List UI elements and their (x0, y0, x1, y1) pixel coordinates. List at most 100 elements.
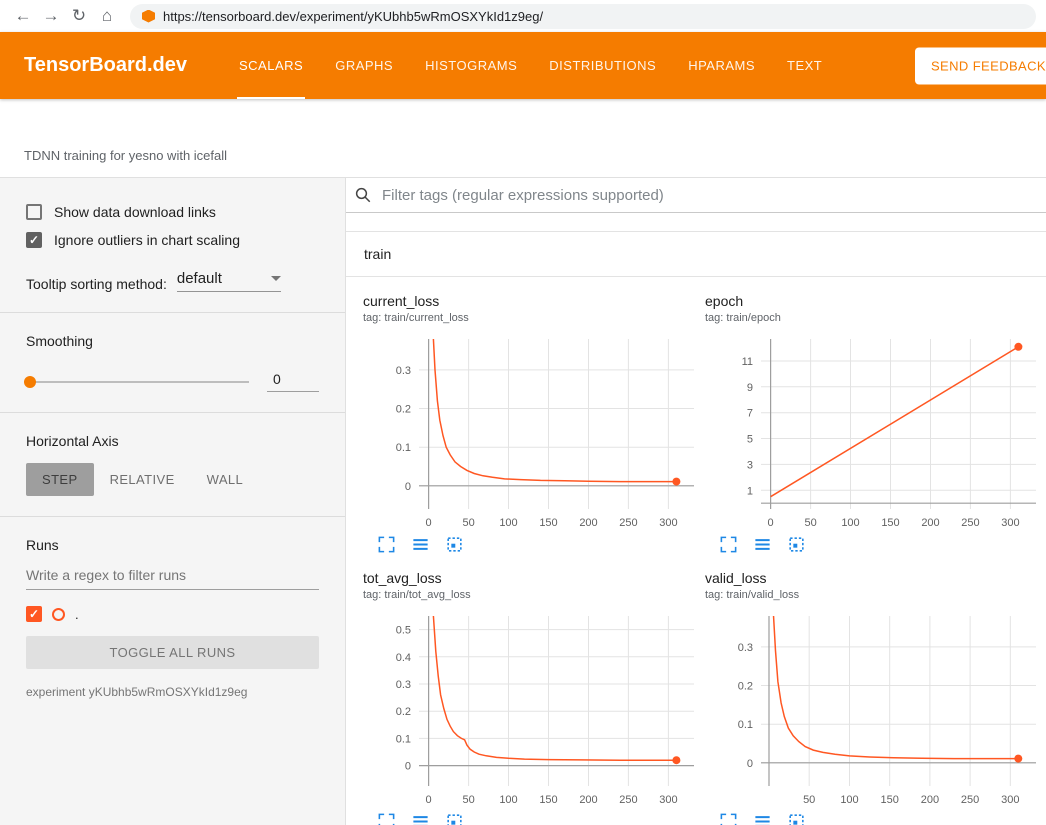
chart-title: tot_avg_loss (363, 570, 705, 586)
tensorboard-favicon (142, 10, 155, 23)
chart-toolbar (705, 535, 1046, 554)
chart-title: current_loss (363, 293, 705, 309)
svg-text:0.3: 0.3 (396, 679, 411, 691)
refresh-icon[interactable]: ↻ (66, 3, 92, 29)
svg-text:0.1: 0.1 (738, 719, 753, 731)
tab-distributions[interactable]: DISTRIBUTIONS (533, 32, 672, 99)
charts-grid: current_loss tag: train/current_loss 050… (346, 277, 1046, 825)
settings-sidebar: Show data download links Ignore outliers… (0, 178, 346, 825)
svg-text:5: 5 (747, 434, 753, 446)
svg-text:0: 0 (747, 758, 753, 770)
run-list-item: . (26, 606, 319, 622)
svg-text:150: 150 (881, 517, 899, 529)
search-icon (354, 186, 372, 204)
axis-relative-button[interactable]: RELATIVE (94, 463, 191, 496)
svg-text:50: 50 (804, 517, 816, 529)
svg-text:0.3: 0.3 (738, 642, 753, 654)
data-table-icon[interactable] (411, 535, 430, 554)
show-download-label: Show data download links (54, 204, 216, 220)
chart-card-tot-avg-loss: tot_avg_loss tag: train/tot_avg_loss 050… (363, 570, 705, 825)
svg-text:0.5: 0.5 (396, 625, 411, 637)
tab-histograms[interactable]: HISTOGRAMS (409, 32, 533, 99)
chart-card-epoch: epoch tag: train/epoch 05010015020025030… (705, 293, 1046, 554)
run-checkbox[interactable] (26, 606, 42, 622)
tab-scalars[interactable]: SCALARS (223, 32, 319, 99)
divider (0, 412, 345, 413)
filter-tags-input[interactable] (382, 187, 1046, 204)
expand-card-icon[interactable] (719, 812, 738, 825)
url-text: https://tensorboard.dev/experiment/yKUbh… (163, 9, 543, 24)
horizontal-axis-label: Horizontal Axis (26, 433, 319, 449)
fit-domain-icon[interactable] (445, 812, 464, 825)
tab-text[interactable]: TEXT (771, 32, 838, 99)
svg-text:0: 0 (768, 517, 774, 529)
smoothing-slider-thumb[interactable] (24, 376, 36, 388)
svg-text:0: 0 (405, 761, 411, 773)
svg-text:0.2: 0.2 (396, 706, 411, 718)
svg-text:200: 200 (579, 794, 597, 806)
divider (0, 312, 345, 313)
divider (0, 516, 345, 517)
tot-avg-loss-chart[interactable]: 05010015020025030000.10.20.30.40.5 (363, 610, 700, 810)
axis-step-button[interactable]: STEP (26, 463, 94, 496)
smoothing-value: 0 (267, 371, 319, 392)
show-download-checkbox[interactable] (26, 204, 42, 220)
svg-text:300: 300 (659, 794, 677, 806)
experiment-title: TDNN training for yesno with icefall (24, 148, 227, 163)
tooltip-sorting-value: default (177, 270, 222, 287)
svg-text:50: 50 (462, 794, 474, 806)
run-name: . (75, 607, 79, 622)
tab-hparams[interactable]: HPARAMS (672, 32, 771, 99)
smoothing-slider[interactable] (26, 381, 249, 383)
expand-card-icon[interactable] (377, 535, 396, 554)
svg-text:0.2: 0.2 (738, 681, 753, 693)
valid-loss-chart[interactable]: 5010015020025030000.10.20.3 (705, 610, 1042, 810)
back-icon[interactable]: ← (10, 3, 36, 29)
send-feedback-button[interactable]: SEND FEEDBACK (915, 47, 1046, 84)
filter-tags-row (346, 178, 1046, 213)
runs-filter-input[interactable] (26, 567, 319, 590)
data-table-icon[interactable] (753, 535, 772, 554)
home-icon[interactable]: ⌂ (94, 3, 120, 29)
tooltip-sorting-select[interactable]: default (177, 270, 281, 292)
svg-text:0.4: 0.4 (396, 652, 411, 664)
svg-text:50: 50 (462, 517, 474, 529)
fit-domain-icon[interactable] (445, 535, 464, 554)
svg-text:250: 250 (619, 794, 637, 806)
chart-toolbar (705, 812, 1046, 825)
svg-text:200: 200 (921, 517, 939, 529)
app-header: TensorBoard.dev SCALARS GRAPHS HISTOGRAM… (0, 32, 1046, 99)
data-table-icon[interactable] (753, 812, 772, 825)
svg-text:300: 300 (1001, 517, 1019, 529)
epoch-chart[interactable]: 0501001502002503001357911 (705, 333, 1042, 533)
ignore-outliers-checkbox[interactable] (26, 232, 42, 248)
address-bar[interactable]: https://tensorboard.dev/experiment/yKUbh… (130, 4, 1036, 29)
fit-domain-icon[interactable] (787, 535, 806, 554)
chart-tag: tag: train/epoch (705, 312, 1046, 324)
svg-text:200: 200 (921, 794, 939, 806)
svg-text:0.1: 0.1 (396, 442, 411, 454)
smoothing-label: Smoothing (26, 333, 319, 349)
current-loss-chart[interactable]: 05010015020025030000.10.20.3 (363, 333, 700, 533)
svg-text:250: 250 (961, 794, 979, 806)
forward-icon[interactable]: → (38, 3, 64, 29)
svg-text:0.1: 0.1 (396, 733, 411, 745)
section-train[interactable]: train (346, 231, 1046, 277)
axis-wall-button[interactable]: WALL (191, 463, 260, 496)
chart-title: epoch (705, 293, 1046, 309)
svg-text:150: 150 (881, 794, 899, 806)
data-table-icon[interactable] (411, 812, 430, 825)
expand-card-icon[interactable] (719, 535, 738, 554)
svg-text:0: 0 (405, 481, 411, 493)
expand-card-icon[interactable] (377, 812, 396, 825)
fit-domain-icon[interactable] (787, 812, 806, 825)
chart-card-valid-loss: valid_loss tag: train/valid_loss 5010015… (705, 570, 1046, 825)
experiment-strip: TDNN training for yesno with icefall (0, 99, 1046, 178)
toggle-all-runs-button[interactable]: TOGGLE ALL RUNS (26, 636, 319, 669)
svg-text:7: 7 (747, 408, 753, 420)
browser-toolbar: ← → ↻ ⌂ https://tensorboard.dev/experime… (0, 0, 1046, 32)
svg-text:0.3: 0.3 (396, 365, 411, 377)
scalars-main: train current_loss tag: train/current_lo… (346, 178, 1046, 825)
ignore-outliers-label: Ignore outliers in chart scaling (54, 232, 240, 248)
tab-graphs[interactable]: GRAPHS (319, 32, 409, 99)
